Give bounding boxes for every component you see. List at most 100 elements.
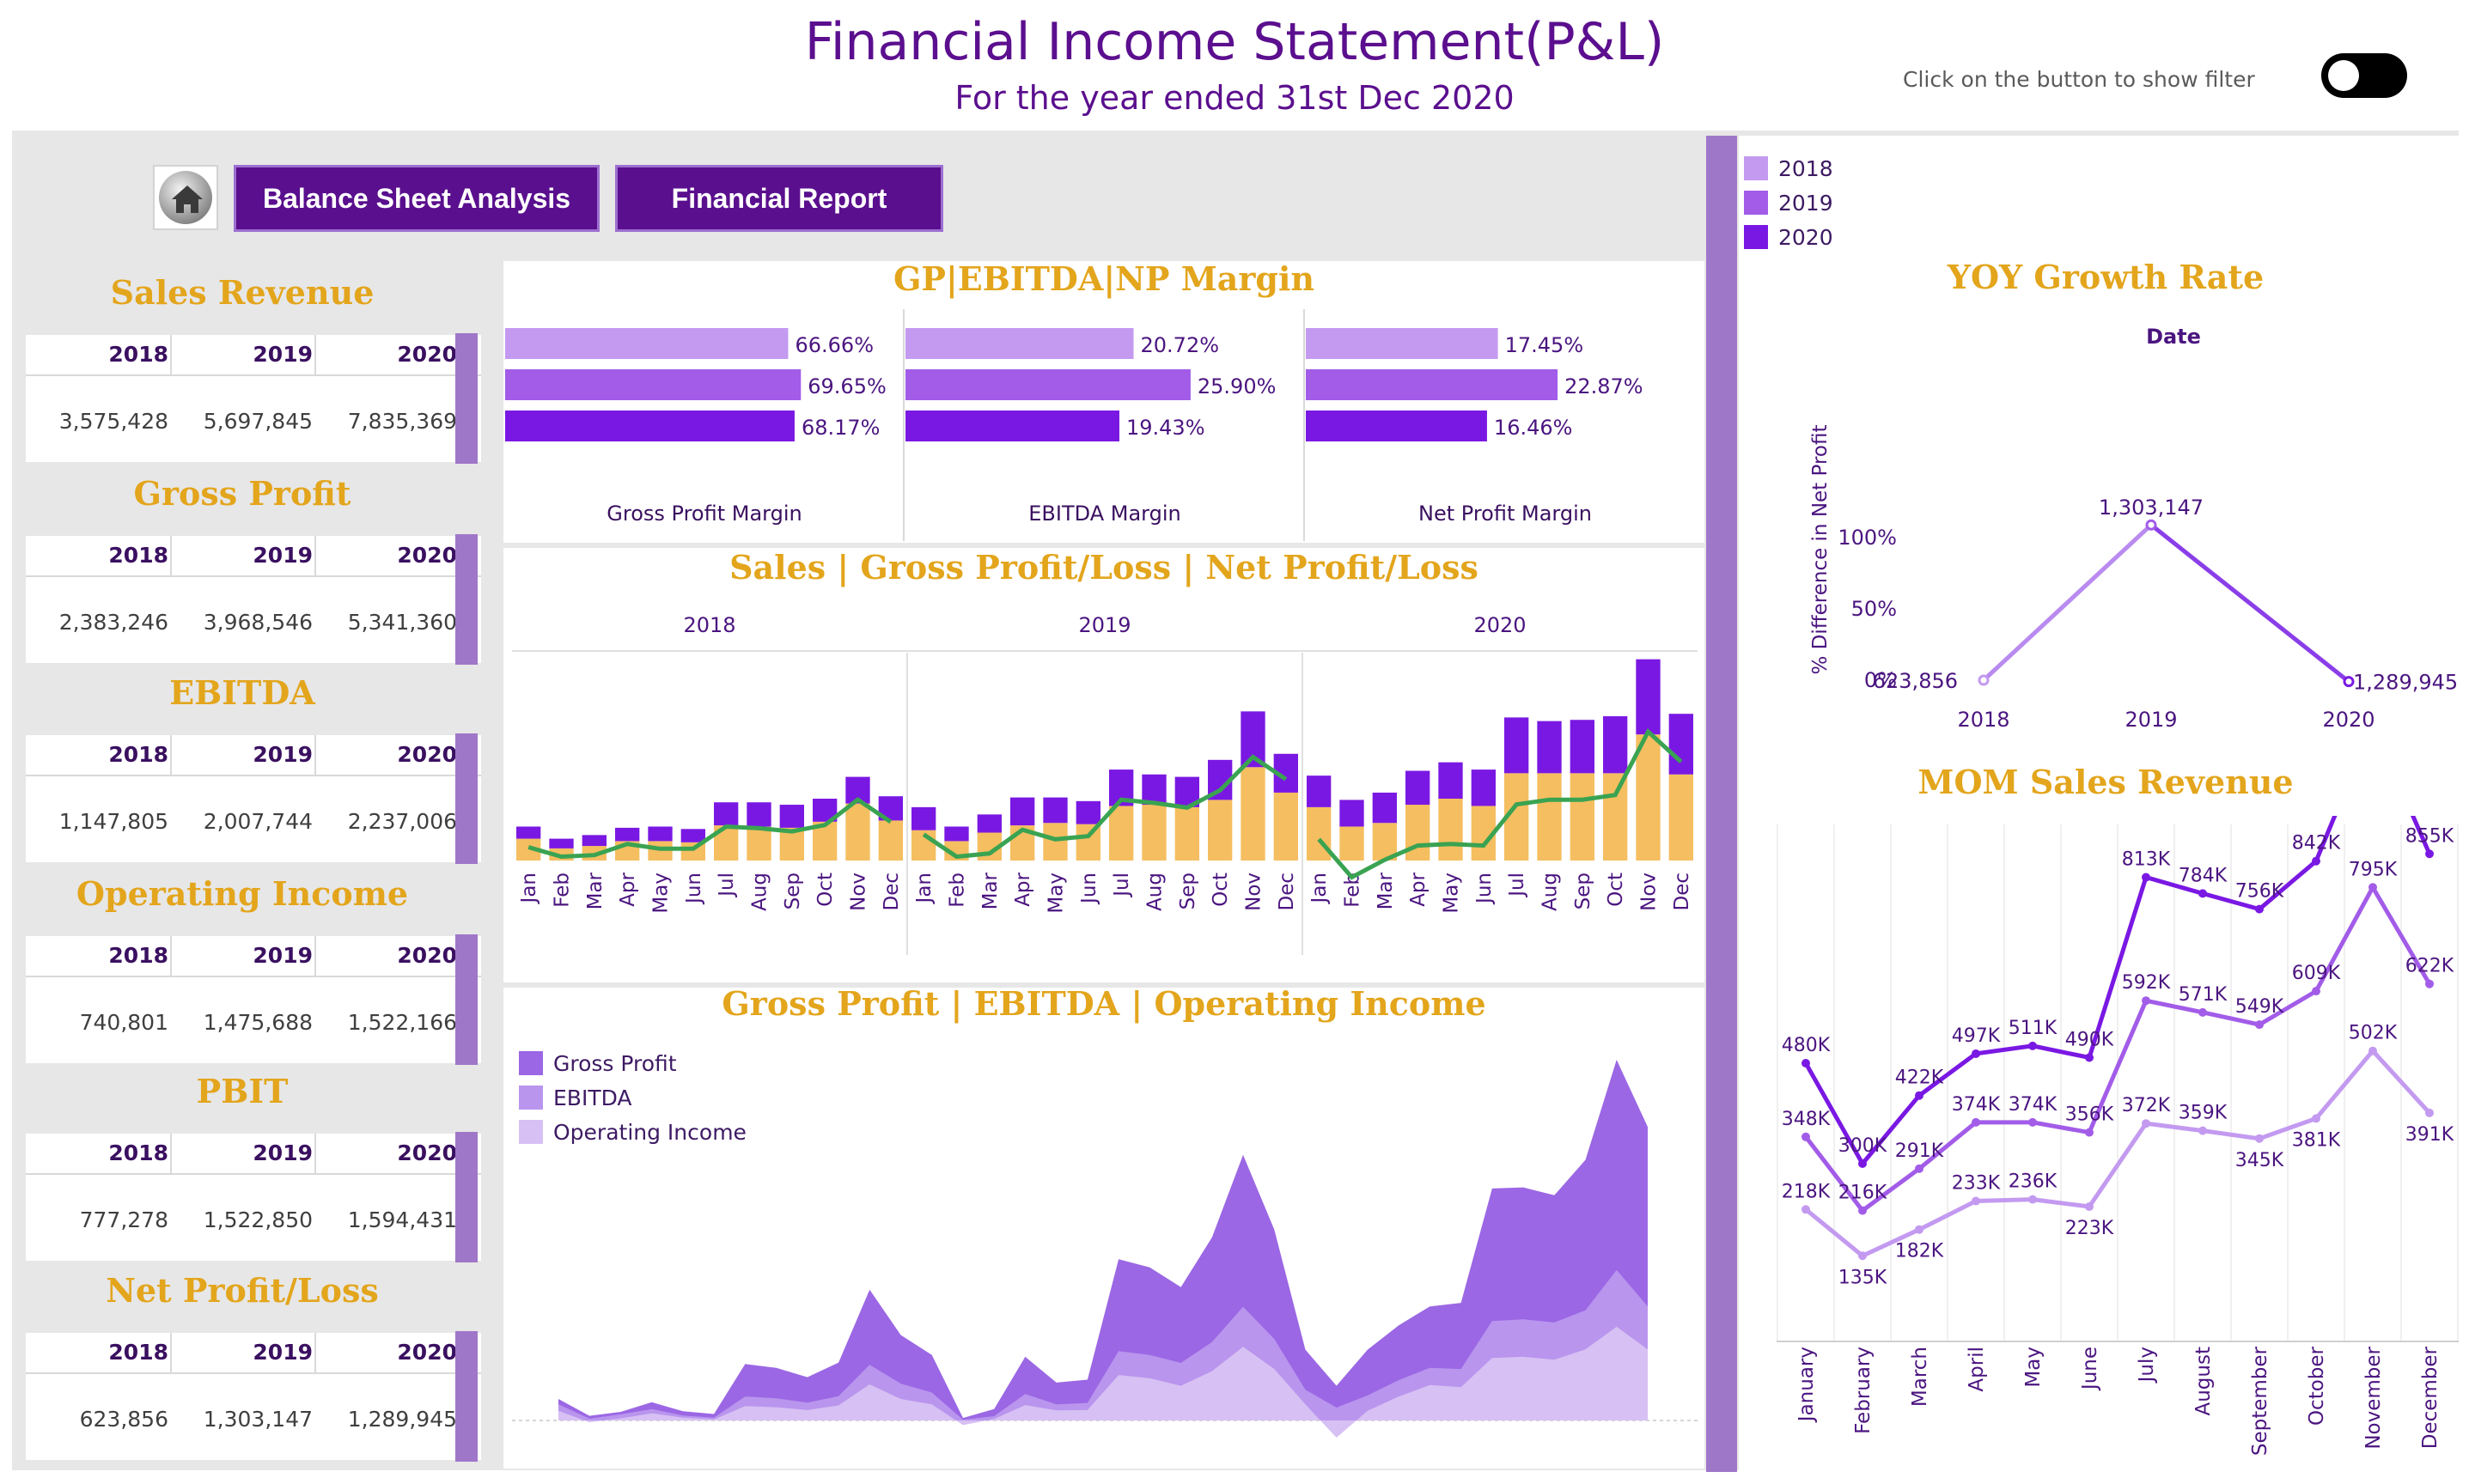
kpi-column-divider — [314, 536, 316, 577]
legend-swatch — [1744, 191, 1768, 215]
month-label: December — [2419, 1346, 2442, 1449]
yoy-point-label: 1,289,945 — [2353, 671, 2458, 695]
month-label: Oct — [1210, 873, 1232, 907]
mom-point — [2425, 849, 2434, 859]
gross-profit-bar — [1504, 717, 1529, 774]
month-label: Jan — [913, 873, 936, 904]
home-button[interactable] — [153, 165, 218, 230]
yoy-header-label: Date — [2146, 325, 2201, 349]
balance-sheet-analysis-button[interactable]: Balance Sheet Analysis — [234, 165, 600, 232]
mom-point-label: 391K — [2405, 1124, 2454, 1146]
month-label: Sep — [1177, 873, 1199, 909]
y-tick-label: 100% — [1838, 526, 1897, 550]
month-label: May — [2022, 1347, 2045, 1388]
x-tick-label: 2020 — [2322, 708, 2375, 732]
kpi-value: 1,594,431 — [347, 1207, 457, 1232]
kpi-value: 777,278 — [79, 1207, 168, 1232]
yoy-point — [1978, 674, 1990, 686]
sales-bar — [1438, 799, 1463, 861]
kpi-table-values: 3,575,428 5,697,845 7,835,369 — [26, 409, 481, 443]
mom-point-label: 784K — [2179, 865, 2228, 886]
month-label: January — [1795, 1347, 1818, 1423]
month-label: Jan — [1308, 873, 1331, 904]
gross-profit-bar — [648, 826, 673, 842]
gross-profit-bar — [1076, 800, 1100, 824]
mom-point-label: 135K — [1838, 1267, 1887, 1288]
kpi-column-divider — [170, 1333, 172, 1374]
kpi-value: 3,968,546 — [203, 610, 313, 635]
month-label: November — [2362, 1346, 2385, 1449]
kpi-value: 2,237,006 — [347, 809, 457, 834]
sales-bar — [1537, 773, 1562, 861]
margin-chart-title: GP|EBITDA|NP Margin — [893, 259, 1315, 298]
mom-point-label: 490K — [2065, 1030, 2114, 1051]
margin-chart: 66.66% 69.65% 68.17% Gross Profit Margin 20.… — [505, 309, 1643, 541]
kpi-value: 3,575,428 — [58, 409, 168, 434]
mom-point — [2255, 1020, 2264, 1030]
gross-profit-bar — [714, 802, 739, 826]
mom-point-label: 795K — [2349, 859, 2398, 880]
gross-profit-bar — [1570, 720, 1594, 774]
sales-bar — [1405, 805, 1430, 861]
gross-profit-bar — [615, 827, 640, 842]
gross-profit-bar — [1537, 721, 1562, 774]
mom-point-label: 233K — [1952, 1173, 2001, 1195]
mom-point-label: 291K — [1895, 1140, 1944, 1162]
kpi-year-header: 2020 — [397, 342, 457, 367]
month-label: Feb — [552, 873, 574, 908]
month-label: Nov — [1638, 873, 1661, 911]
kpi-table-values: 2,383,246 3,968,546 5,341,360 — [26, 610, 481, 644]
sales-bar — [1109, 806, 1134, 861]
margin-bar-label: 25.90% — [1198, 374, 1277, 398]
yoy-chart-title: YOY Growth Rate — [1947, 258, 2265, 296]
mom-point — [1801, 1059, 1810, 1067]
sales-bar — [1208, 800, 1233, 861]
gross-profit-bar — [1636, 659, 1661, 735]
margin-bar-label: 17.45% — [1505, 333, 1584, 357]
month-label: Jul — [1506, 873, 1528, 898]
mom-point — [2312, 856, 2320, 866]
kpi-column-divider — [314, 335, 316, 376]
kpi-value: 2,007,744 — [203, 809, 313, 834]
kpi-table-header: 2018 2019 2020 — [26, 536, 481, 577]
kpi-column-divider — [314, 1333, 316, 1374]
year-legend: 2018 2019 2020 — [1744, 151, 1833, 254]
kpi-value: 5,341,360 — [347, 610, 457, 635]
mom-point-label: 855K — [2405, 825, 2454, 847]
sales-bar — [1174, 806, 1199, 861]
kpi-year-header: 2020 — [397, 742, 457, 767]
kpi-value: 7,835,369 — [347, 409, 457, 434]
mom-point-label: 571K — [2179, 984, 2228, 1006]
mom-point — [2312, 987, 2320, 996]
legend-item-2018[interactable]: 2018 — [1744, 151, 1833, 186]
mom-point — [1801, 1132, 1810, 1141]
area-chart — [512, 1060, 1698, 1438]
kpi-value: 1,289,945 — [347, 1407, 457, 1432]
filter-toggle[interactable] — [2321, 53, 2407, 98]
kpi-value: 623,856 — [79, 1407, 168, 1432]
kpi-column-divider — [314, 936, 316, 977]
margin-bar-label: 66.66% — [795, 333, 874, 357]
legend-item-2019[interactable]: 2019 — [1744, 186, 1833, 220]
kpi-title: Gross Profit — [133, 474, 351, 513]
margin-bar-label: 69.65% — [808, 374, 887, 398]
gross-profit-bar — [1010, 797, 1035, 826]
kpi-column-divider — [170, 936, 172, 977]
mom-point — [2198, 889, 2207, 898]
kpi-accent-bar — [455, 534, 478, 665]
mom-point-label: 381K — [2292, 1129, 2341, 1151]
legend-item-2020[interactable]: 2020 — [1744, 220, 1833, 254]
legend-label: 2019 — [1778, 190, 1833, 216]
kpi-value: 1,147,805 — [58, 809, 168, 834]
mom-point-label: 756K — [2235, 881, 2284, 903]
kpi-value: 2,383,246 — [58, 610, 168, 635]
y-tick-label: 50% — [1851, 597, 1897, 621]
mom-point — [2255, 1134, 2264, 1143]
month-label: Dec — [1671, 873, 1693, 911]
mom-point-label: 609K — [2292, 963, 2341, 984]
month-label: Apr — [1012, 872, 1034, 906]
gross-profit-bar — [582, 835, 607, 847]
financial-report-button[interactable]: Financial Report — [615, 165, 943, 232]
kpi-column-divider — [314, 1134, 316, 1175]
mom-point — [2028, 1117, 2037, 1127]
